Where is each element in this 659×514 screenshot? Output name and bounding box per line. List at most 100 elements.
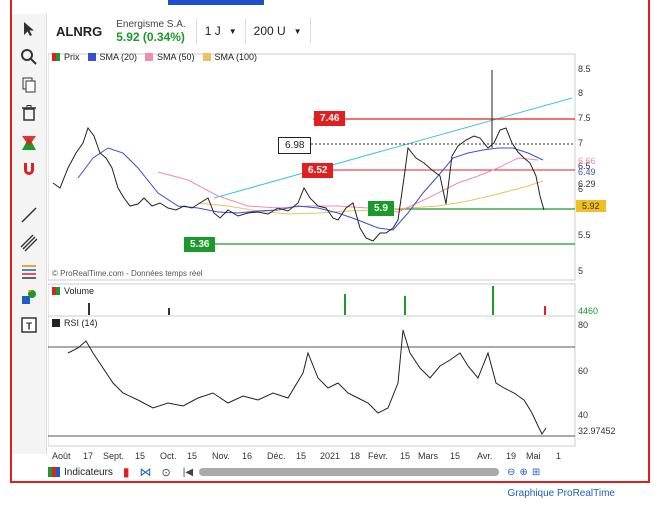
x-tick: Févr. bbox=[368, 451, 389, 461]
copy-icon[interactable] bbox=[18, 74, 40, 96]
volume-legend: Volume bbox=[52, 286, 94, 296]
bars-value: 200 U bbox=[253, 24, 286, 38]
volume-panel bbox=[48, 283, 576, 317]
x-tick: Mai bbox=[526, 451, 541, 461]
x-tick: 15 bbox=[450, 451, 461, 461]
rsi-value-label: 32.97452 bbox=[578, 426, 616, 436]
volume-swatch bbox=[52, 287, 60, 295]
candle-icon[interactable]: ▮ bbox=[123, 465, 130, 479]
legend-sma100: SMA (100) bbox=[214, 52, 258, 62]
watermark: © ProRealTime.com - Données temps réel bbox=[52, 269, 203, 278]
price-chart[interactable]: © ProRealTime.com - Données temps réel bbox=[48, 48, 576, 450]
level-label-698[interactable]: 6.98 bbox=[278, 137, 312, 154]
x-tick: Nov. bbox=[212, 451, 230, 461]
level-label-536[interactable]: 5.36 bbox=[184, 237, 216, 252]
x-tick: 19 bbox=[506, 451, 517, 461]
x-tick: 1 bbox=[556, 451, 562, 461]
x-tick: 15 bbox=[400, 451, 411, 461]
shapes-icon[interactable] bbox=[18, 286, 40, 308]
chart-header: ALNRG Energisme S.A. 5.92 (0.34%) 1 J ▼ 2… bbox=[48, 14, 623, 48]
x-tick: Oct. bbox=[160, 451, 177, 461]
sma100-swatch bbox=[202, 53, 211, 61]
legend-price: Prix bbox=[64, 52, 80, 62]
fit-icon[interactable]: ⊞ bbox=[532, 467, 540, 478]
x-tick: 16 bbox=[242, 451, 253, 461]
channel-tool-icon[interactable] bbox=[18, 232, 40, 254]
rsi-tick: 40 bbox=[578, 410, 589, 420]
x-tick: 18 bbox=[350, 451, 361, 461]
sma20-value-label: 6.49 bbox=[578, 167, 596, 177]
interval-value: 1 J bbox=[204, 24, 221, 38]
volume-bar bbox=[88, 303, 90, 315]
fibonacci-icon[interactable] bbox=[18, 260, 40, 282]
trend-line bbox=[213, 97, 573, 199]
x-tick: Août bbox=[52, 451, 71, 461]
text-tool-icon[interactable]: T bbox=[18, 314, 40, 336]
x-tick: Mars bbox=[418, 451, 438, 461]
bottom-toolbar: Indicateurs ▮ ⋈ ⊙ |◀ ⊖ ⊕ ⊞ bbox=[48, 461, 576, 483]
time-scrollbar[interactable] bbox=[199, 468, 500, 476]
price-tick: 8 bbox=[578, 88, 584, 98]
rsi-legend: RSI (14) bbox=[52, 318, 98, 328]
zoom-in-icon[interactable]: ⊕ bbox=[519, 467, 527, 478]
ticker-symbol[interactable]: ALNRG bbox=[56, 24, 102, 39]
zoom-icon[interactable] bbox=[18, 46, 40, 68]
svg-text:T: T bbox=[26, 322, 32, 333]
x-tick: 15 bbox=[296, 451, 307, 461]
x-tick: 2021 bbox=[320, 451, 341, 461]
legend-rsi: RSI (14) bbox=[64, 318, 98, 328]
price-tick: 5.5 bbox=[578, 230, 591, 240]
indicators-button[interactable]: Indicateurs bbox=[64, 467, 113, 478]
volume-bar bbox=[404, 296, 406, 315]
x-tick: 15 bbox=[135, 451, 146, 461]
level-label-652[interactable]: 6.52 bbox=[302, 163, 334, 178]
price-tick: 7 bbox=[578, 138, 584, 148]
top-accent-bar bbox=[168, 0, 264, 5]
price-tick: 8.5 bbox=[578, 64, 591, 74]
indicators-icon[interactable] bbox=[48, 467, 60, 477]
volume-bar bbox=[344, 294, 346, 315]
sma50-value-label: 6.66 bbox=[578, 156, 596, 166]
rsi-tick: 60 bbox=[578, 366, 589, 376]
price-legend: Prix SMA (20) SMA (50) SMA (100) bbox=[52, 52, 257, 62]
bars-dropdown[interactable]: 200 U ▼ bbox=[244, 18, 311, 44]
x-tick: 15 bbox=[187, 451, 198, 461]
sma100-value-label: 6.29 bbox=[578, 179, 596, 189]
legend-sma20: SMA (20) bbox=[99, 52, 138, 62]
sma50-line bbox=[157, 157, 539, 213]
volume-value-label: 4460 bbox=[578, 306, 599, 316]
rsi-tick: 80 bbox=[578, 320, 589, 330]
level-label-59[interactable]: 5.9 bbox=[368, 201, 394, 216]
drawing-toolbar: T bbox=[12, 14, 47, 454]
level-label-746[interactable]: 7.46 bbox=[314, 111, 346, 126]
zoom-out-icon[interactable]: ⊖ bbox=[507, 467, 515, 478]
chevron-down-icon: ▼ bbox=[228, 26, 237, 36]
sma20-line bbox=[77, 147, 544, 231]
sma20-swatch bbox=[87, 53, 96, 61]
buy-sell-icon[interactable] bbox=[18, 132, 40, 154]
x-tick: Avr. bbox=[477, 451, 493, 461]
sma50-swatch bbox=[145, 53, 154, 61]
legend-sma50: SMA (50) bbox=[157, 52, 195, 62]
volume-bar bbox=[492, 286, 494, 315]
scrollbar-thumb[interactable] bbox=[199, 468, 500, 476]
prorealtime-credit[interactable]: Graphique ProRealTime bbox=[508, 488, 615, 499]
volume-bar bbox=[544, 306, 546, 315]
interval-dropdown[interactable]: 1 J ▼ bbox=[195, 18, 245, 44]
volume-bar bbox=[168, 308, 170, 315]
cursor-icon[interactable] bbox=[18, 18, 40, 40]
share-icon[interactable]: ⋈ bbox=[140, 465, 152, 479]
price-tick: 5 bbox=[578, 266, 584, 276]
nav-start-icon[interactable]: |◀ bbox=[183, 467, 193, 478]
volume-bars bbox=[88, 286, 546, 315]
rsi-swatch bbox=[52, 319, 60, 327]
price-swatch bbox=[52, 53, 60, 61]
more-icon[interactable]: ⊙ bbox=[162, 466, 171, 479]
magnet-icon[interactable] bbox=[18, 158, 40, 180]
last-price-label: 5.92 bbox=[576, 200, 606, 212]
line-tool-icon[interactable] bbox=[18, 204, 40, 226]
trash-icon[interactable] bbox=[18, 102, 40, 124]
chevron-down-icon: ▼ bbox=[293, 26, 302, 36]
x-tick: Déc. bbox=[267, 451, 286, 461]
x-tick: Sept. bbox=[103, 451, 125, 461]
